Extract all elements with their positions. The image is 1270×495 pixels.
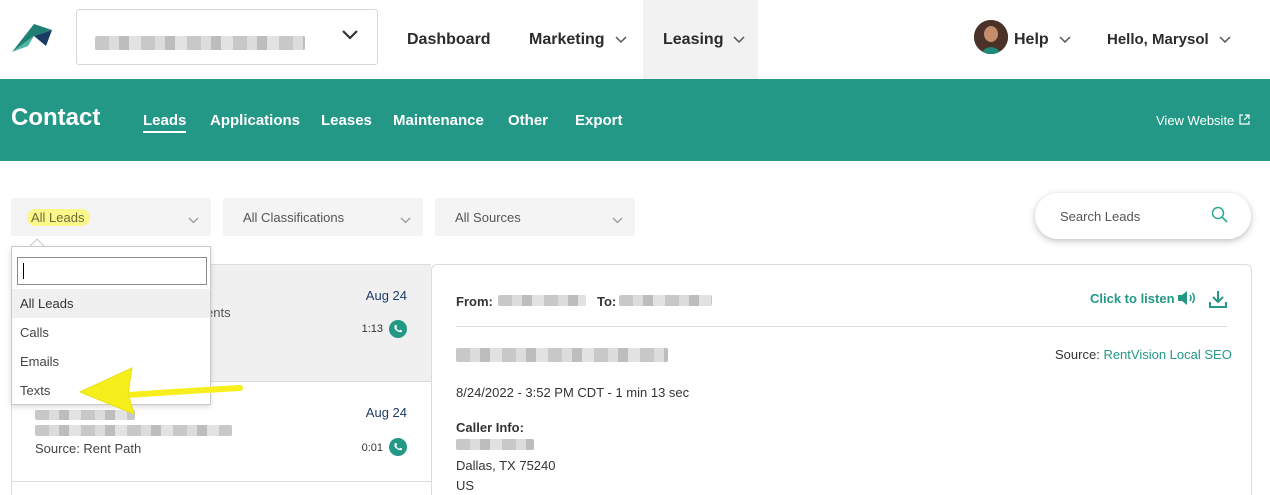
- user-avatar[interactable]: [974, 20, 1008, 54]
- view-website-link[interactable]: View Website: [1156, 113, 1250, 128]
- help-label: Help: [1014, 30, 1049, 48]
- lead-source-info: Source: RentVision Local SEO: [1055, 347, 1232, 362]
- external-link-icon: [1239, 113, 1250, 128]
- call-duration: 0:01: [361, 442, 383, 454]
- brand-logo[interactable]: [12, 24, 52, 54]
- lead-type-filter-value: All Leads: [27, 209, 91, 226]
- lead-detail-panel: From: To: Click to listen Source: RentVi…: [431, 264, 1252, 495]
- from-label: From:: [456, 294, 493, 309]
- speaker-icon[interactable]: [1176, 289, 1198, 312]
- chevron-down-icon: [1059, 31, 1071, 49]
- chevron-down-icon: [615, 31, 627, 49]
- top-navbar: Dashboard Marketing Leasing Help Hello, …: [0, 0, 1270, 79]
- view-website-label: View Website: [1156, 113, 1235, 128]
- tab-applications[interactable]: Applications: [210, 112, 300, 129]
- chevron-down-icon: [612, 212, 623, 227]
- nav-dashboard-label: Dashboard: [407, 30, 491, 48]
- lead-type-filter[interactable]: All Leads: [11, 198, 211, 236]
- call-duration: 1:13: [361, 323, 383, 335]
- chevron-down-icon: [400, 212, 411, 227]
- lead-source: Source: Rent Path: [35, 441, 142, 456]
- classification-filter[interactable]: All Classifications: [223, 198, 423, 236]
- to-number-redacted: [619, 295, 712, 306]
- page-title: Contact: [11, 104, 101, 131]
- tab-leads[interactable]: Leads: [143, 112, 187, 133]
- source-value-link[interactable]: RentVision Local SEO: [1103, 347, 1231, 362]
- contact-subnav: Contact Leads Applications Leases Mainte…: [0, 79, 1270, 161]
- tab-export[interactable]: Export: [575, 112, 623, 129]
- chevron-down-icon: [341, 28, 359, 46]
- nav-leasing-label: Leasing: [663, 30, 724, 48]
- listen-label: Click to listen: [1090, 291, 1175, 306]
- caller-address-redacted: [456, 439, 534, 450]
- phone-icon: [389, 438, 407, 456]
- nav-marketing-label: Marketing: [529, 30, 605, 48]
- chevron-down-icon: [1219, 31, 1231, 48]
- to-label: To:: [597, 294, 617, 309]
- caller-info-label: Caller Info:: [456, 420, 524, 435]
- lead-date: Aug 24: [365, 288, 407, 303]
- nav-marketing[interactable]: Marketing: [529, 0, 627, 79]
- property-selector[interactable]: [76, 9, 378, 65]
- text-cursor: [23, 263, 24, 279]
- lead-date: Aug 24: [365, 405, 407, 420]
- nav-leasing[interactable]: Leasing: [643, 0, 758, 79]
- chevron-down-icon: [188, 212, 199, 227]
- classification-filter-value: All Classifications: [243, 210, 345, 225]
- phone-icon: [389, 320, 407, 338]
- dropdown-option-calls[interactable]: Calls: [12, 318, 210, 347]
- source-prefix: Source:: [1055, 347, 1100, 362]
- call-datetime: 8/24/2022 - 3:52 PM CDT - 1 min 13 sec: [456, 385, 690, 400]
- source-filter[interactable]: All Sources: [435, 198, 635, 236]
- chevron-down-icon: [733, 31, 745, 49]
- user-menu[interactable]: Hello, Marysol: [1107, 0, 1231, 79]
- property-name-redacted: [95, 36, 305, 50]
- lead-contact-redacted: [35, 425, 232, 436]
- caller-city: Dallas, TX 75240: [456, 458, 556, 473]
- divider: [456, 326, 1227, 327]
- user-greeting: Hello, Marysol: [1107, 31, 1209, 48]
- caller-country: US: [456, 478, 475, 493]
- tab-leases[interactable]: Leases: [321, 112, 372, 129]
- source-filter-value: All Sources: [455, 210, 521, 225]
- nav-help[interactable]: Help: [1014, 0, 1071, 79]
- click-to-listen-button[interactable]: Click to listen: [1090, 291, 1175, 306]
- download-icon[interactable]: [1208, 289, 1228, 314]
- dropdown-option-all-leads[interactable]: All Leads: [12, 289, 210, 318]
- annotation-arrow-icon: [78, 367, 243, 415]
- tab-maintenance[interactable]: Maintenance: [393, 112, 484, 129]
- tab-other[interactable]: Other: [508, 112, 548, 129]
- dropdown-search-input[interactable]: [17, 257, 207, 285]
- from-number-redacted: [498, 295, 586, 306]
- search-leads-input[interactable]: Search Leads: [1035, 193, 1251, 239]
- search-placeholder: Search Leads: [1060, 209, 1141, 224]
- search-icon[interactable]: [1211, 206, 1229, 227]
- caller-name-redacted: [456, 348, 668, 362]
- nav-dashboard[interactable]: Dashboard: [407, 0, 491, 79]
